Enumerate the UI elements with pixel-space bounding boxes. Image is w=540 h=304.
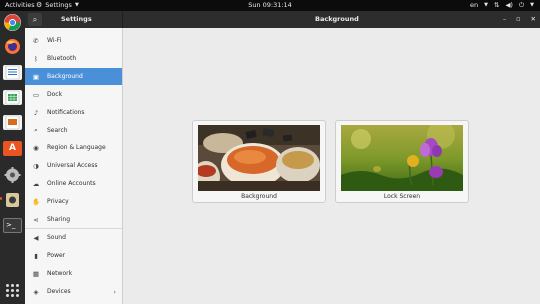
sidebar-item-devices[interactable]: ◈ Devices › xyxy=(25,283,122,300)
wifi-icon: ✆ xyxy=(33,36,39,45)
maximize-icon[interactable]: ▫ xyxy=(516,11,520,28)
network-icon: ▦ xyxy=(32,269,40,278)
sidebar-item-label: Network xyxy=(47,270,73,277)
sidebar-item-label: Online Accounts xyxy=(47,180,96,187)
sidebar-item-bluetooth[interactable]: ᛒ Bluetooth xyxy=(25,50,122,67)
sidebar-item-label: Bluetooth xyxy=(47,55,77,62)
libreoffice-calc-icon[interactable] xyxy=(3,90,22,105)
background-card[interactable]: Background xyxy=(192,120,326,203)
clock[interactable]: Sun 09:31:14 xyxy=(0,0,540,11)
accessibility-icon: ◑ xyxy=(33,161,39,170)
sidebar-item-region-language[interactable]: ◉ Region & Language xyxy=(25,139,122,156)
sidebar-item-label: Devices xyxy=(47,288,71,295)
background-thumbnail xyxy=(198,125,320,191)
search-icon: ⌕ xyxy=(32,15,38,24)
bluetooth-icon: ᛒ xyxy=(34,54,38,63)
power-icon: ▮ xyxy=(34,251,38,260)
sidebar-item-label: Sound xyxy=(47,234,66,241)
sidebar-item-network[interactable]: ▦ Network xyxy=(25,265,122,282)
sidebar-item-background[interactable]: ▣ Background xyxy=(25,68,122,85)
system-menu[interactable]: en ▼ ⇅ ◀) ⏻ ▼ xyxy=(470,0,534,11)
dock: A >_ xyxy=(0,11,25,304)
sidebar-item-label: Sharing xyxy=(47,216,71,223)
sidebar-item-power[interactable]: ▮ Power xyxy=(25,247,122,264)
bell-icon: ♪ xyxy=(33,108,39,117)
search-icon: ⌕ xyxy=(34,126,38,134)
search-button[interactable]: ⌕ xyxy=(28,13,42,26)
sidebar-item-search[interactable]: ⌕ Search xyxy=(25,122,122,139)
sidebar-item-privacy[interactable]: ✋ Privacy xyxy=(25,193,122,210)
sidebar-item-sound[interactable]: ◀ Sound xyxy=(25,229,122,246)
chevron-down-icon: ▼ xyxy=(484,2,488,8)
sidebar-item-label: Universal Access xyxy=(47,162,98,169)
sidebar-item-wifi[interactable]: ✆ Wi-Fi xyxy=(25,32,122,49)
background-card-label: Background xyxy=(241,193,277,200)
sidebar-item-notifications[interactable]: ♪ Notifications xyxy=(25,104,122,121)
sidebar-item-sharing[interactable]: ⋖ Sharing xyxy=(25,211,122,228)
sidebar-item-label: Notifications xyxy=(47,109,85,116)
share-icon: ⋖ xyxy=(33,215,39,224)
language-indicator[interactable]: en xyxy=(470,0,478,11)
settings-title: Settings xyxy=(61,15,92,23)
minimize-icon[interactable]: – xyxy=(503,11,506,28)
lock-screen-card[interactable]: Lock Screen xyxy=(335,120,469,203)
system-settings-icon[interactable] xyxy=(3,167,22,183)
header-bar: ⌕ Settings Background – ▫ ✕ xyxy=(25,11,540,28)
sidebar-item-dock[interactable]: ▭ Dock xyxy=(25,86,122,103)
devices-icon: ◈ xyxy=(33,287,39,296)
settings-window: ⌕ Settings Background – ▫ ✕ ✆ Wi-Fi ᛒ Bl… xyxy=(25,11,540,304)
top-bar: Activities ⚙ Settings ▼ Sun 09:31:14 en … xyxy=(0,0,540,11)
sidebar-item-label: Background xyxy=(47,73,83,80)
power-icon: ⏻ xyxy=(518,1,525,9)
close-icon[interactable]: ✕ xyxy=(531,11,536,28)
libreoffice-writer-icon[interactable] xyxy=(3,65,22,80)
sidebar-item-label: Privacy xyxy=(47,198,69,205)
sidebar-item-label: Search xyxy=(47,127,68,134)
terminal-icon[interactable]: >_ xyxy=(3,218,22,233)
sidebar-item-online-accounts[interactable]: ☁ Online Accounts xyxy=(25,175,122,192)
sidebar-item-label: Dock xyxy=(47,91,63,98)
network-icon: ⇅ xyxy=(493,1,500,9)
files-icon[interactable] xyxy=(3,192,22,207)
firefox-icon[interactable] xyxy=(3,38,22,54)
page-title: Background xyxy=(315,15,359,23)
chrome-browser-icon[interactable] xyxy=(4,14,21,31)
running-indicator xyxy=(0,197,2,200)
speaker-icon: ◀ xyxy=(33,233,39,242)
sidebar-item-label: Power xyxy=(47,252,66,259)
background-icon: ▣ xyxy=(32,72,40,81)
camera-icon: ◉ xyxy=(33,143,39,152)
sidebar-item-label: Region & Language xyxy=(47,144,106,151)
chevron-down-icon: ▼ xyxy=(530,2,534,8)
sidebar-item-universal-access[interactable]: ◑ Universal Access xyxy=(25,157,122,174)
ubuntu-software-icon[interactable]: A xyxy=(3,141,22,156)
background-panel: Background Lock Screen xyxy=(123,28,540,304)
hand-icon: ✋ xyxy=(31,197,41,206)
header-divider xyxy=(122,11,123,28)
sidebar: ✆ Wi-Fi ᛒ Bluetooth ▣ Background ▭ Dock … xyxy=(25,28,123,304)
dock-icon: ▭ xyxy=(32,90,40,99)
libreoffice-impress-icon[interactable] xyxy=(3,115,22,130)
lock-screen-card-label: Lock Screen xyxy=(383,193,421,200)
window-controls: – ▫ ✕ xyxy=(503,11,536,28)
cloud-icon: ☁ xyxy=(32,179,40,188)
lock-screen-thumbnail xyxy=(341,125,463,191)
show-applications-icon[interactable] xyxy=(6,284,19,297)
sidebar-item-label: Wi-Fi xyxy=(47,37,62,44)
volume-icon: ◀) xyxy=(505,1,513,9)
chevron-right-icon: › xyxy=(113,287,116,296)
